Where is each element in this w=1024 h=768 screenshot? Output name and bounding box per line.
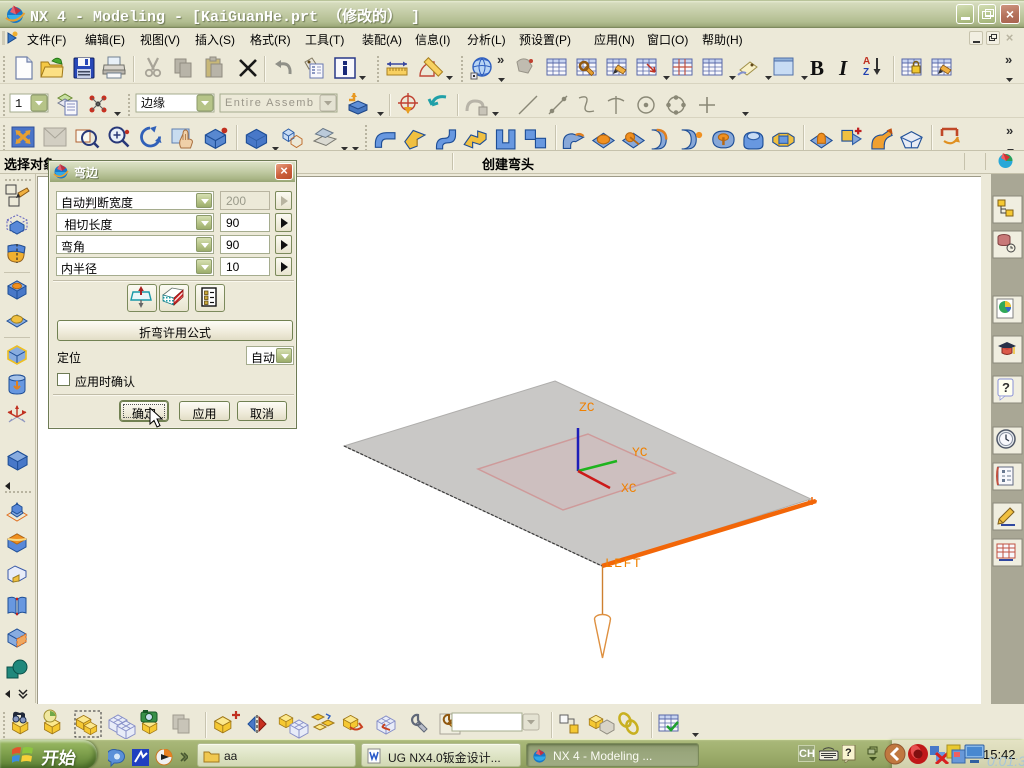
svg-text:?: ? xyxy=(1002,380,1010,395)
svg-text:LEFT: LEFT xyxy=(605,556,642,571)
svg-text:Z: Z xyxy=(863,67,869,78)
svg-text:1: 1 xyxy=(15,97,22,111)
svg-text:Entire Assemb: Entire Assemb xyxy=(225,97,313,109)
svg-text:YC: YC xyxy=(632,445,648,460)
svg-text:»: » xyxy=(497,52,504,67)
svg-text:A: A xyxy=(863,56,870,67)
svg-text:I: I xyxy=(838,56,848,80)
svg-text:?: ? xyxy=(845,747,852,759)
svg-text:»: » xyxy=(1006,123,1013,138)
svg-text:»: » xyxy=(1005,52,1012,67)
svg-text:XC: XC xyxy=(621,481,637,496)
svg-text:边缘: 边缘 xyxy=(141,96,165,111)
svg-text:ZC: ZC xyxy=(579,400,595,415)
svg-text:B: B xyxy=(810,56,824,80)
